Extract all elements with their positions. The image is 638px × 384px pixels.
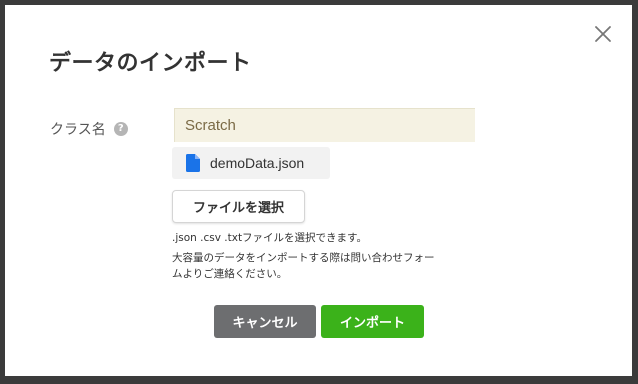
class-name-input[interactable] bbox=[174, 108, 475, 142]
import-button[interactable]: インポート bbox=[321, 305, 424, 338]
dialog-title: データのインポート bbox=[49, 51, 252, 76]
class-name-label: クラス名 ? bbox=[50, 119, 128, 139]
file-name: demoData.json bbox=[210, 155, 305, 171]
selected-file-chip: demoData.json bbox=[172, 147, 330, 179]
close-icon bbox=[595, 26, 611, 42]
contact-hint-line1: 大容量のデータをインポートする際は問い合わせフォー bbox=[172, 252, 435, 264]
file-format-hint: .json .csv .txtファイルを選択できます。 bbox=[172, 232, 368, 244]
file-icon bbox=[186, 154, 200, 172]
close-button[interactable] bbox=[591, 22, 615, 46]
cancel-button[interactable]: キャンセル bbox=[214, 305, 316, 338]
contact-hint-line2: ムよりご連絡ください。 bbox=[172, 268, 288, 280]
class-name-label-text: クラス名 bbox=[50, 122, 106, 138]
import-dialog: データのインポート クラス名 ? demoData.json ファイルを選択 .… bbox=[5, 5, 632, 376]
choose-file-button[interactable]: ファイルを選択 bbox=[172, 190, 305, 223]
help-icon[interactable]: ? bbox=[113, 122, 128, 136]
